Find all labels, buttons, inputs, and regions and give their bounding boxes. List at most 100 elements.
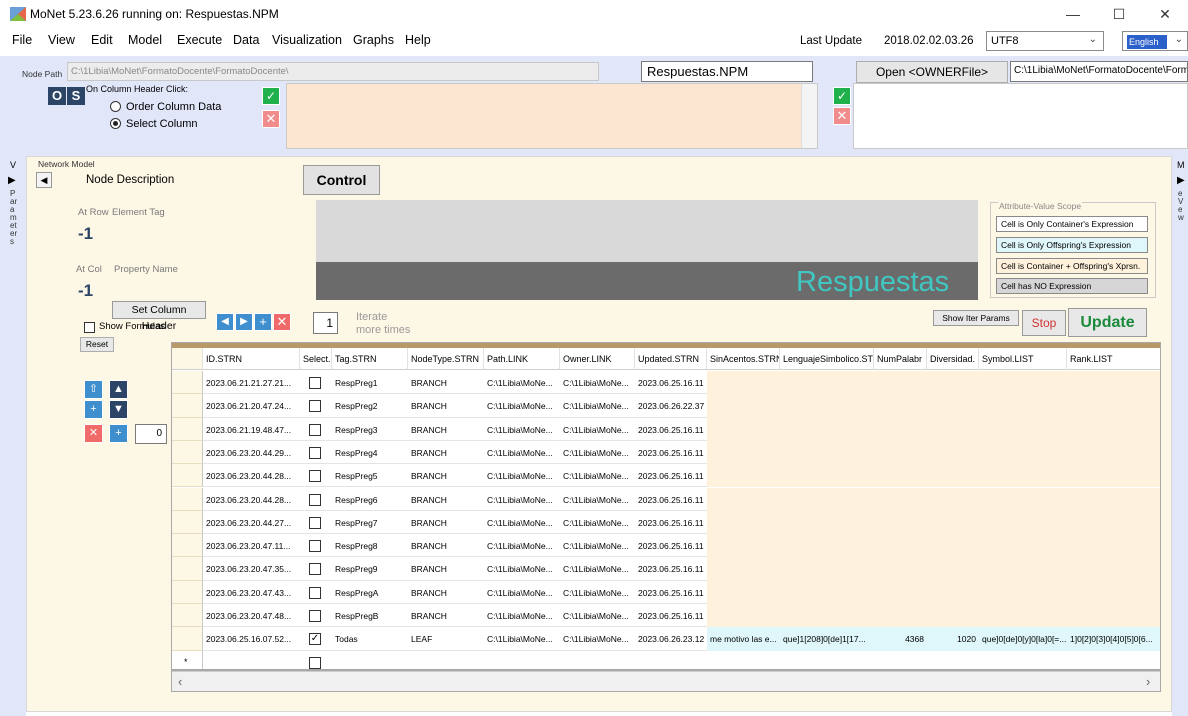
grid-cell-tag[interactable]: RespPreg6 xyxy=(332,488,408,511)
confirm-check-icon[interactable]: ✓ xyxy=(833,87,851,105)
row-selector[interactable] xyxy=(172,487,203,511)
grid-cell-num[interactable] xyxy=(874,534,927,557)
grid-cell-num[interactable] xyxy=(874,488,927,511)
grid-cell-tag[interactable]: RespPreg1 xyxy=(332,371,408,394)
o-button[interactable]: O xyxy=(48,87,66,105)
grid-cell-updated[interactable]: 2023.06.25.16.11 xyxy=(635,581,707,604)
delete-icon[interactable]: ✕ xyxy=(273,313,291,331)
grid-cell-sin[interactable] xyxy=(707,581,780,604)
grid-cell-type[interactable]: BRANCH xyxy=(408,371,484,394)
grid-cell-tag[interactable]: RespPreg4 xyxy=(332,441,408,464)
grid-cell-owner[interactable]: C:\1Libia\MoNe... xyxy=(560,511,635,534)
control-button[interactable]: Control xyxy=(303,165,380,195)
row-selector[interactable] xyxy=(172,417,203,441)
grid-cell-updated[interactable]: 2023.06.25.16.11 xyxy=(635,488,707,511)
grid-cell-updated[interactable]: 2023.06.25.16.11 xyxy=(635,464,707,487)
grid-cell-id[interactable]: 2023.06.23.20.44.28... xyxy=(203,488,300,511)
grid-cell-path[interactable]: C:\1Libia\MoNe... xyxy=(484,488,560,511)
filename-field[interactable]: Respuestas.NPM xyxy=(641,61,813,82)
grid-cell-div[interactable] xyxy=(927,464,979,487)
grid-cell-updated[interactable]: 2023.06.26.22.37 xyxy=(635,394,707,417)
grid-cell-div[interactable] xyxy=(927,488,979,511)
radio-order-column-data[interactable]: Order Column Data xyxy=(110,100,221,113)
add-row-icon[interactable]: + xyxy=(109,424,128,443)
grid-cell-rank[interactable] xyxy=(1067,441,1160,464)
row-selector[interactable] xyxy=(172,557,203,581)
grid-cell-div[interactable] xyxy=(927,534,979,557)
grid-cell-type[interactable]: BRANCH xyxy=(408,557,484,580)
menu-model[interactable]: Model xyxy=(128,33,162,47)
grid-cell-tag[interactable]: RespPreg5 xyxy=(332,464,408,487)
row-select-checkbox[interactable] xyxy=(309,493,321,506)
cancel-x-icon[interactable]: ✕ xyxy=(262,110,280,128)
grid-cell-sin[interactable] xyxy=(707,488,780,511)
grid-cell-id[interactable]: 2023.06.21.19.48.47... xyxy=(203,418,300,441)
grid-cell-path[interactable]: C:\1Libia\MoNe... xyxy=(484,581,560,604)
menu-graphs[interactable]: Graphs xyxy=(353,33,394,47)
grid-cell-leng[interactable] xyxy=(780,581,874,604)
grid-cell-sin[interactable] xyxy=(707,394,780,417)
grid-cell-leng[interactable] xyxy=(780,464,874,487)
grid-cell-sym[interactable] xyxy=(979,604,1067,627)
scroll-left-icon[interactable]: ‹ xyxy=(178,674,182,689)
grid-cell-sym[interactable] xyxy=(979,371,1067,394)
grid-cell-id[interactable]: 2023.06.23.20.47.35... xyxy=(203,557,300,580)
grid-cell-owner[interactable]: C:\1Libia\MoNe... xyxy=(560,581,635,604)
stop-button[interactable]: Stop xyxy=(1022,310,1066,336)
column-header[interactable]: Owner.LINK xyxy=(560,348,635,370)
column-header[interactable]: Updated.STRN xyxy=(635,348,707,370)
grid-cell-leng[interactable] xyxy=(780,488,874,511)
grid-cell-div[interactable] xyxy=(927,581,979,604)
row-selector[interactable] xyxy=(172,604,203,628)
grid-cell-path[interactable]: C:\1Libia\MoNe... xyxy=(484,604,560,627)
column-header[interactable]: Tag.STRN xyxy=(332,348,408,370)
menu-execute[interactable]: Execute xyxy=(177,33,222,47)
show-formulas-checkbox[interactable] xyxy=(84,322,95,333)
grid-cell-sin[interactable] xyxy=(707,557,780,580)
grid-cell-owner[interactable]: C:\1Libia\MoNe... xyxy=(560,557,635,580)
grid-cell-rank[interactable] xyxy=(1067,394,1160,417)
grid-cell-updated[interactable]: 2023.06.26.23.12 xyxy=(635,627,707,650)
grid-cell-id[interactable]: 2023.06.23.20.47.43... xyxy=(203,581,300,604)
grid-cell-rank[interactable] xyxy=(1067,581,1160,604)
grid-cell-rank[interactable] xyxy=(1067,418,1160,441)
add-icon[interactable]: + xyxy=(254,313,272,331)
row-selector[interactable] xyxy=(172,580,203,604)
grid-cell-sym[interactable] xyxy=(979,418,1067,441)
column-header[interactable]: ID.STRN xyxy=(203,348,300,370)
grid-cell-leng[interactable] xyxy=(780,557,874,580)
row-select-checkbox[interactable] xyxy=(309,656,321,669)
grid-cell-type[interactable]: BRANCH xyxy=(408,418,484,441)
grid-cell-type[interactable]: BRANCH xyxy=(408,511,484,534)
grid-cell-num[interactable] xyxy=(874,604,927,627)
grid-cell-leng[interactable]: que]1[208]0[de]1[17... xyxy=(780,627,874,650)
grid-cell-owner[interactable]: C:\1Libia\MoNe... xyxy=(560,394,635,417)
grid-cell-id[interactable]: 2023.06.21.21.27.21... xyxy=(203,371,300,394)
previous-icon[interactable]: ◀ xyxy=(216,313,234,331)
collapse-left-icon[interactable]: ◀ xyxy=(36,172,52,188)
set-column-header-button[interactable]: Set Column Header xyxy=(112,301,206,332)
grid-cell-sym[interactable] xyxy=(979,511,1067,534)
expand-right-icon[interactable]: ▶ xyxy=(1177,175,1185,186)
scope-no-expression[interactable]: Cell has NO Expression xyxy=(996,278,1148,294)
grid-cell-type[interactable]: BRANCH xyxy=(408,534,484,557)
grid-cell-sym[interactable] xyxy=(979,464,1067,487)
grid-cell-tag[interactable]: RespPreg8 xyxy=(332,534,408,557)
grid-cell-sym[interactable] xyxy=(979,534,1067,557)
grid-cell-id[interactable]: 2023.06.23.20.47.48... xyxy=(203,604,300,627)
grid-cell-rank[interactable] xyxy=(1067,464,1160,487)
grid-cell-sin[interactable] xyxy=(707,464,780,487)
grid-cell-updated[interactable]: 2023.06.25.16.11 xyxy=(635,534,707,557)
grid-cell-owner[interactable]: C:\1Libia\MoNe... xyxy=(560,371,635,394)
grid-cell-sym[interactable] xyxy=(979,581,1067,604)
row-selector[interactable] xyxy=(172,371,203,395)
reset-button[interactable]: Reset xyxy=(80,337,114,352)
delete-row-icon[interactable]: ✕ xyxy=(84,424,103,443)
language-select[interactable]: English ⌄ xyxy=(1122,31,1188,51)
grid-cell-leng[interactable] xyxy=(780,371,874,394)
column-header[interactable]: Diversidad. xyxy=(927,348,979,370)
grid-cell-id[interactable]: 2023.06.23.20.44.27... xyxy=(203,511,300,534)
grid-cell-num[interactable] xyxy=(874,441,927,464)
grid-cell-updated[interactable]: 2023.06.25.16.11 xyxy=(635,557,707,580)
grid-cell-id[interactable]: 2023.06.23.20.44.29... xyxy=(203,441,300,464)
